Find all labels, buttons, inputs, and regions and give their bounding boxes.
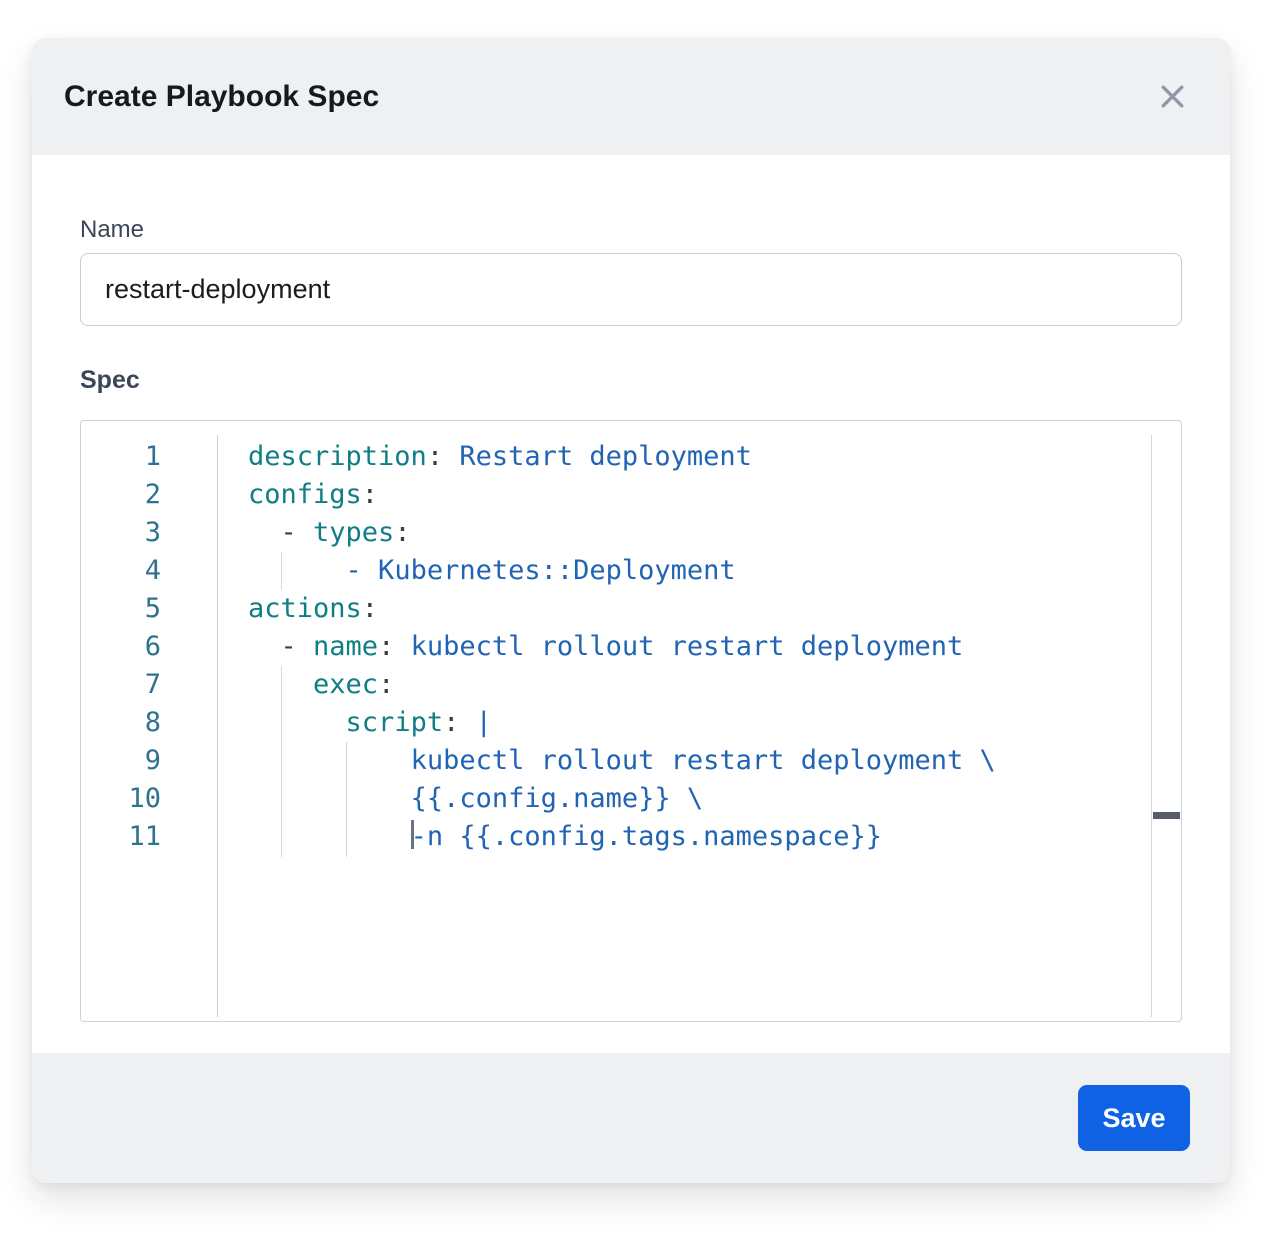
name-input[interactable] bbox=[80, 253, 1182, 326]
code-line: -n {{.config.tags.namespace}} bbox=[248, 818, 1151, 856]
close-button[interactable] bbox=[1154, 79, 1190, 115]
code-line: - Kubernetes::Deployment bbox=[248, 552, 1151, 590]
line-number: 10 bbox=[81, 780, 217, 818]
line-number: 3 bbox=[81, 514, 217, 552]
line-number: 7 bbox=[81, 666, 217, 704]
indent-guide bbox=[281, 666, 282, 857]
line-number: 9 bbox=[81, 742, 217, 780]
code-line: kubectl rollout restart deployment \ bbox=[248, 742, 1151, 780]
line-number: 11 bbox=[81, 818, 217, 856]
line-number: 8 bbox=[81, 704, 217, 742]
scrollbar-thumb[interactable] bbox=[1153, 812, 1180, 819]
modal-header: Create Playbook Spec bbox=[32, 38, 1230, 155]
save-button[interactable]: Save bbox=[1078, 1085, 1190, 1151]
code-line: description: Restart deployment bbox=[248, 438, 1151, 476]
create-playbook-spec-modal: Create Playbook Spec Name Spec 123456789… bbox=[32, 38, 1230, 1183]
code-line: - types: bbox=[248, 514, 1151, 552]
code-line: script: | bbox=[248, 704, 1151, 742]
line-number: 6 bbox=[81, 628, 217, 666]
editor-code-lines: description: Restart deploymentconfigs: … bbox=[218, 421, 1151, 1021]
spec-label: Spec bbox=[80, 366, 1182, 395]
line-number: 2 bbox=[81, 476, 217, 514]
modal-body: Name Spec 1234567891011 description: Res… bbox=[32, 155, 1230, 1053]
line-number: 5 bbox=[81, 590, 217, 628]
editor-gutter: 1234567891011 bbox=[81, 421, 217, 1021]
code-line: - name: kubectl rollout restart deployme… bbox=[248, 628, 1151, 666]
line-number: 4 bbox=[81, 552, 217, 590]
code-line: configs: bbox=[248, 476, 1151, 514]
spec-code-editor[interactable]: 1234567891011 description: Restart deplo… bbox=[80, 420, 1182, 1022]
code-line: actions: bbox=[248, 590, 1151, 628]
name-label: Name bbox=[80, 155, 1182, 244]
close-icon bbox=[1156, 80, 1189, 113]
code-line: exec: bbox=[248, 666, 1151, 704]
line-number: 1 bbox=[81, 438, 217, 476]
modal-title: Create Playbook Spec bbox=[64, 80, 379, 114]
code-line: {{.config.name}} \ bbox=[248, 780, 1151, 818]
text-cursor bbox=[411, 820, 414, 849]
modal-footer: Save bbox=[32, 1053, 1230, 1183]
indent-guide bbox=[346, 742, 347, 857]
indent-guide bbox=[281, 552, 282, 590]
editor-scrollbar bbox=[1151, 435, 1181, 1017]
